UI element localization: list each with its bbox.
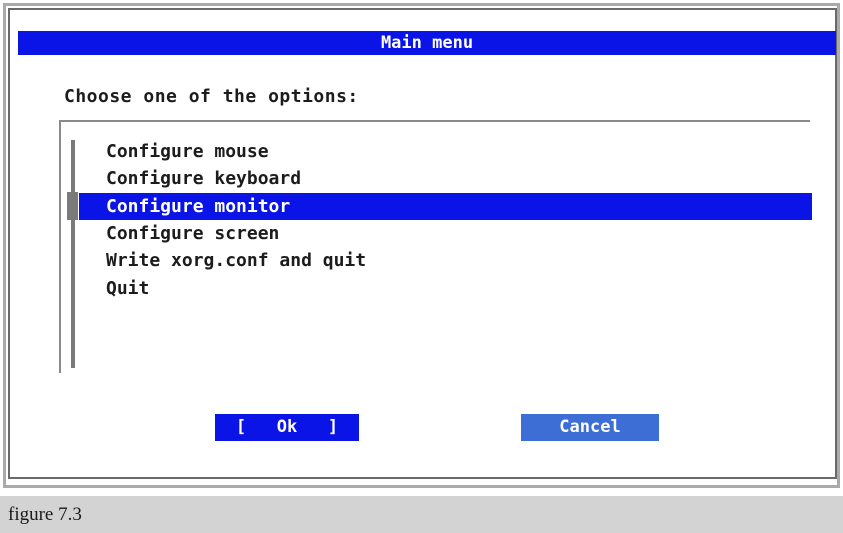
cancel-button[interactable]: Cancel	[521, 414, 659, 441]
figure-frame: Main menu Choose one of the options: Con…	[0, 0, 843, 533]
scrollbar-thumb[interactable]	[67, 192, 78, 220]
menu-item-quit[interactable]: Quit	[79, 275, 812, 302]
list-top-border	[59, 120, 810, 122]
figure-caption: figure 7.3	[0, 496, 843, 533]
menu-item-configure-keyboard[interactable]: Configure keyboard	[79, 165, 812, 192]
menu-item-configure-monitor[interactable]: Configure monitor	[79, 193, 812, 220]
list-scrollbar[interactable]	[71, 140, 75, 368]
list-left-border	[59, 120, 61, 373]
dialog-title: Main menu	[18, 31, 836, 55]
caption-separator	[0, 488, 843, 496]
menu-item-write-xorg-conf[interactable]: Write xorg.conf and quit	[79, 247, 812, 274]
ok-button[interactable]: [ Ok ]	[215, 414, 359, 441]
menu-item-configure-screen[interactable]: Configure screen	[79, 220, 812, 247]
menu-item-configure-mouse[interactable]: Configure mouse	[79, 138, 812, 165]
dialog-prompt: Choose one of the options:	[64, 86, 359, 107]
